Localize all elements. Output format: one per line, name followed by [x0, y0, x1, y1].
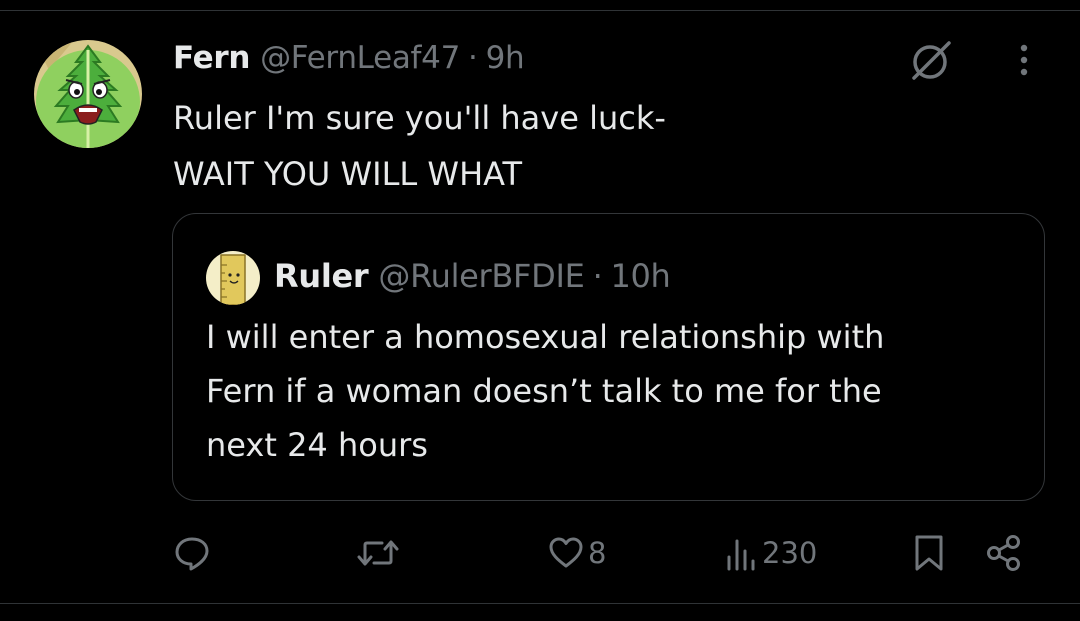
bottom-divider [0, 603, 1080, 604]
top-divider [0, 10, 1080, 11]
fern-avatar[interactable] [34, 40, 142, 148]
more-icon[interactable] [1007, 40, 1041, 84]
share-icon [987, 535, 1020, 571]
author-name[interactable]: Fern [173, 40, 250, 76]
quoted-text-line: Fern if a woman doesn’t talk to me for t… [206, 372, 882, 410]
repost-icon [357, 540, 399, 566]
views-icon [727, 539, 755, 571]
action-bar: 8 230 [0, 528, 1080, 578]
quoted-author-name[interactable]: Ruler [274, 257, 369, 295]
quoted-post-header: Ruler @RulerBFDIE · 10h [274, 254, 671, 298]
like-count: 8 [588, 536, 607, 570]
reply-icon [175, 537, 209, 571]
heart-icon [549, 537, 583, 568]
author-handle[interactable]: @FernLeaf47 [260, 40, 460, 76]
post-time[interactable]: 9h [486, 40, 525, 76]
fern-avatar-icon [34, 40, 142, 148]
quoted-author-handle[interactable]: @RulerBFDIE [378, 257, 584, 295]
repost-button[interactable] [356, 528, 404, 578]
like-button[interactable]: 8 [548, 528, 606, 578]
ruler-avatar[interactable] [206, 251, 260, 305]
separator-dot: · [468, 40, 478, 76]
quoted-post-time[interactable]: 10h [610, 257, 670, 295]
reply-button[interactable] [174, 528, 214, 578]
separator-dot: · [592, 257, 603, 295]
quoted-post-text: I will enter a homosexual relationship w… [206, 310, 1026, 472]
quoted-text-line: next 24 hours [206, 426, 428, 464]
grok-icon[interactable] [905, 38, 955, 82]
quoted-post[interactable]: Ruler @RulerBFDIE · 10h I will enter a h… [172, 213, 1045, 501]
views-button[interactable]: 230 [724, 528, 817, 578]
bookmark-icon [915, 535, 943, 571]
post-text-line: Ruler I'm sure you'll have luck- [173, 99, 666, 137]
bookmark-button[interactable] [913, 528, 945, 578]
post-text: Ruler I'm sure you'll have luck- WAIT YO… [173, 90, 1033, 202]
share-button[interactable] [984, 528, 1024, 578]
ruler-avatar-icon [206, 251, 260, 305]
post-text-line: WAIT YOU WILL WHAT [173, 155, 523, 193]
views-count: 230 [762, 536, 818, 570]
quoted-text-line: I will enter a homosexual relationship w… [206, 318, 885, 356]
post-header: Fern @FernLeaf47 · 9h [173, 38, 525, 78]
